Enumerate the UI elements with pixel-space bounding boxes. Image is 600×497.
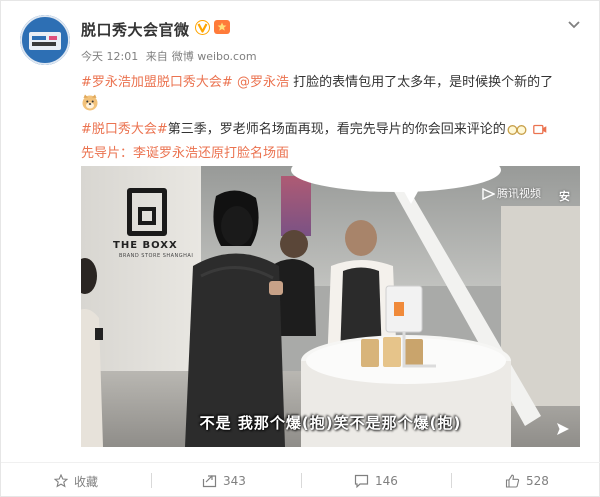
post-text-line-1: #罗永浩加盟脱口秀大会# @罗永浩 打脸的表情包用了太多年，是时候换个新的了: [81, 71, 553, 90]
video-player[interactable]: THE BOXX BRAND STORE SHANGHAI 腾讯视频 安 不是 …: [81, 166, 580, 447]
video-display-stand: [385, 285, 436, 368]
video-person-luoyonghao: [185, 190, 285, 447]
action-bar: 收藏 343 146 528: [1, 462, 600, 497]
repost-button[interactable]: 343: [202, 463, 246, 497]
video-link-icon[interactable]: [532, 124, 547, 135]
medal-icon[interactable]: [213, 19, 231, 35]
doge-emoji-icon: [82, 94, 98, 111]
post-text-line-3: 先导片：李诞罗永浩还原打脸名场面: [81, 142, 289, 161]
post-text-line-2: #脱口秀大会#第三季，罗老师名场面再现，看完先导片的你会回来评论的: [81, 118, 547, 137]
post-meta: 今天 12:01 来自 微博 weibo.com: [81, 48, 261, 64]
favorite-button[interactable]: 收藏: [54, 463, 98, 497]
post-text-2: 第三季，罗老师名场面再现，看完先导片的你会回来评论的: [167, 122, 506, 137]
repost-icon: [202, 475, 217, 488]
comment-button[interactable]: 146: [354, 463, 398, 497]
boxx-logo: [127, 188, 167, 236]
hashtag-tuokouxiu[interactable]: #脱口秀大会#: [81, 122, 168, 137]
chevron-down-icon[interactable]: [567, 20, 581, 30]
hashtag-luoyonghao[interactable]: #罗永浩加盟脱口秀大会#: [81, 75, 233, 90]
boxx-logo-text: THE BOXX: [113, 240, 178, 251]
watermark-right-text: 安: [559, 190, 570, 203]
thumbs-up-icon: [505, 474, 520, 488]
source-prefix: 来自: [145, 50, 168, 63]
mention-luoyonghao[interactable]: @罗永浩: [237, 75, 289, 90]
post-time[interactable]: 今天 12:01: [81, 50, 138, 63]
comment-icon: [354, 474, 369, 488]
weibo-post-card: 脱口秀大会官微 今天 12:01 来自 微博 weibo.com #罗永浩加盟脱口…: [0, 0, 600, 497]
video-subtitle: 不是 我那个爆(抱)笑不是那个爆(抱): [199, 414, 462, 432]
favorite-label: 收藏: [74, 474, 99, 489]
share-icon[interactable]: [555, 421, 571, 437]
verified-v-icon: [195, 20, 210, 35]
like-count: 528: [526, 474, 549, 488]
watermark-text: 腾讯视频: [497, 187, 541, 200]
repost-count: 343: [223, 474, 246, 488]
comment-count: 146: [375, 474, 398, 488]
like-button[interactable]: 528: [505, 463, 549, 497]
tencent-video-logo-icon: [482, 188, 495, 200]
tencent-video-watermark: 腾讯视频: [481, 185, 541, 201]
avatar[interactable]: [20, 15, 70, 65]
video-link[interactable]: 先导片：李诞罗永浩还原打脸名场面: [81, 146, 289, 161]
star-icon: [54, 474, 68, 488]
post-text-1: 打脸的表情包用了太多年，是时候换个新的了: [288, 75, 554, 90]
account-name[interactable]: 脱口秀大会官微: [81, 19, 190, 40]
glasses-emoji-icon: [507, 124, 527, 135]
post-source[interactable]: 微博 weibo.com: [172, 50, 257, 63]
